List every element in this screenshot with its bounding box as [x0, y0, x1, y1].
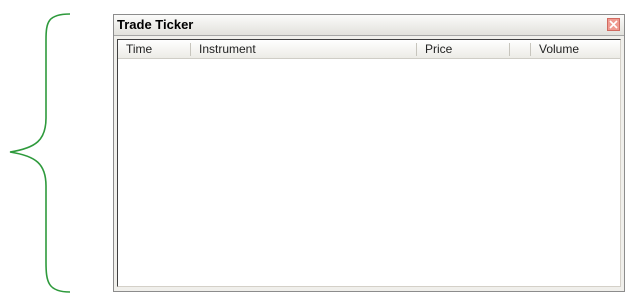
- column-header-time[interactable]: Time: [118, 40, 190, 58]
- curly-brace-icon: [9, 13, 71, 293]
- trade-grid: Time Instrument Price Volume: [117, 39, 621, 287]
- column-header-instrument[interactable]: Instrument: [191, 40, 415, 58]
- column-header-label: Time: [126, 42, 153, 56]
- grid-body[interactable]: [118, 59, 620, 286]
- column-divider[interactable]: [509, 43, 510, 56]
- close-button[interactable]: [607, 18, 620, 31]
- column-header-volume[interactable]: Volume: [531, 40, 621, 58]
- column-header-label: Volume: [539, 42, 580, 56]
- column-header-label: Instrument: [199, 42, 256, 56]
- grid-header: Time Instrument Price Volume: [118, 40, 620, 59]
- column-header-price[interactable]: Price: [417, 40, 509, 58]
- window-title: Trade Ticker: [117, 17, 194, 32]
- close-icon: [609, 20, 618, 29]
- column-header-label: Price: [425, 42, 453, 56]
- title-bar[interactable]: Trade Ticker: [114, 15, 624, 36]
- trade-ticker-window: Trade Ticker Time Instrument Price Volum…: [113, 14, 625, 292]
